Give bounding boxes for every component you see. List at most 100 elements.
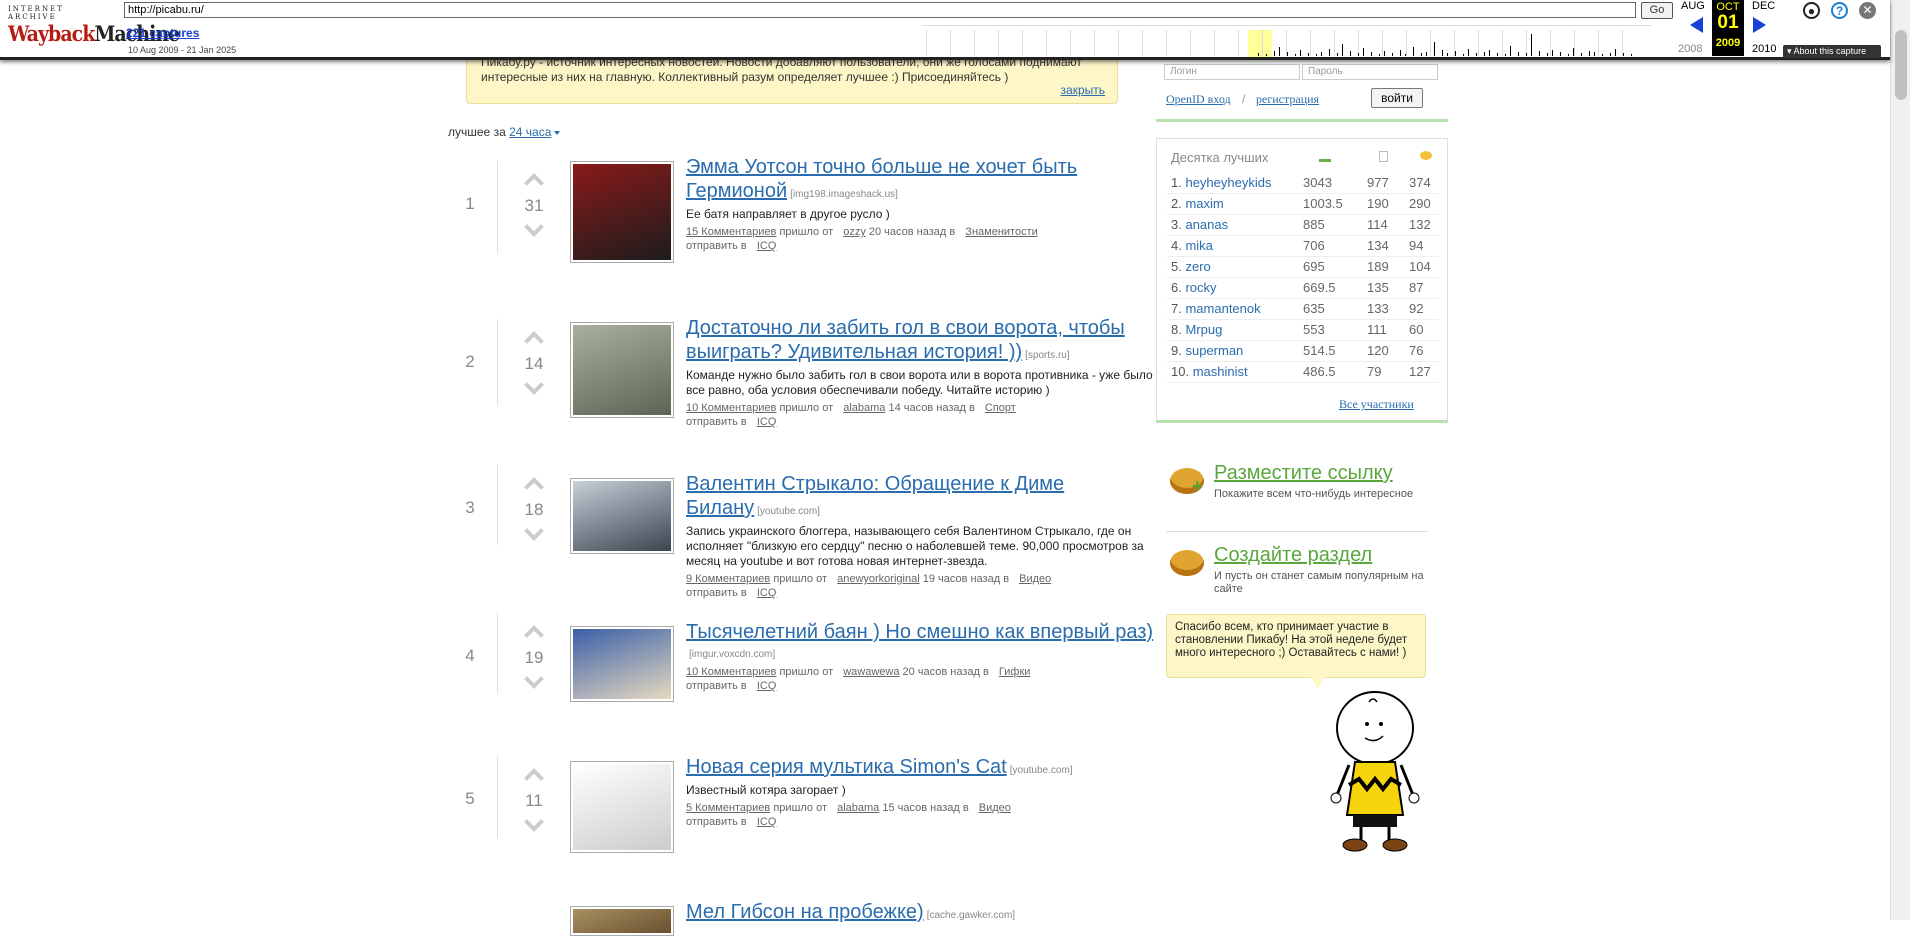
close-icon[interactable]: ✕ (1859, 2, 1876, 19)
chevron-down-icon[interactable] (554, 130, 561, 135)
post-title[interactable]: Валентин Стрыкало: Обращение к Диме Била… (686, 473, 1064, 519)
scrollbar-thumb[interactable] (1895, 30, 1907, 100)
login-field[interactable]: Логин (1164, 64, 1300, 80)
wayback-next-month[interactable]: DEC (1752, 0, 1775, 12)
post-author-link[interactable]: alabama (843, 402, 885, 414)
scrollbar[interactable] (1890, 0, 1910, 920)
post-source: [youtube.com] (1009, 765, 1073, 776)
vote-up-icon[interactable] (524, 768, 544, 788)
register-link[interactable]: регистрация (1256, 92, 1319, 107)
wayback-prev-year[interactable]: 2008 (1678, 43, 1702, 55)
wayback-next-year[interactable]: 2010 (1752, 43, 1776, 55)
next-capture-arrow-icon[interactable] (1753, 17, 1766, 33)
post-thumbnail-image (573, 164, 671, 260)
vote-down-icon[interactable] (524, 217, 544, 237)
prev-capture-arrow-icon[interactable] (1690, 17, 1703, 33)
post-author-link[interactable]: alabama (837, 802, 879, 814)
top10-posts: 135 (1367, 280, 1389, 295)
help-icon[interactable]: ? (1831, 2, 1848, 19)
openid-link[interactable]: OpenID вход (1166, 92, 1231, 107)
top10-user-link[interactable]: mamantenok (1185, 301, 1260, 316)
post-title[interactable]: Тысячелетний баян ) Но смешно как впервы… (686, 621, 1153, 643)
post-author-link[interactable]: anewyorkoriginal (837, 573, 920, 585)
vote-up-icon[interactable] (524, 173, 544, 193)
vote-down-icon[interactable] (524, 669, 544, 689)
sparkline-bar (1573, 48, 1574, 56)
password-field[interactable]: Пароль (1302, 64, 1438, 80)
post-thumbnail[interactable] (570, 761, 674, 853)
post-comments-link[interactable]: 9 Комментариев (686, 573, 770, 585)
promo-add-link-title[interactable]: Разместите ссылку (1214, 462, 1393, 485)
sparkline-bar (1594, 52, 1595, 56)
post-thumbnail[interactable] (570, 161, 674, 263)
post-icq-link[interactable]: ICQ (757, 816, 777, 828)
post-thumbnail-image (573, 909, 671, 933)
post-author-link[interactable]: ozzy (843, 226, 866, 238)
post-thumbnail[interactable] (570, 906, 674, 936)
top10-rating: 885 (1303, 217, 1325, 232)
login-button[interactable]: войти (1371, 88, 1423, 108)
top10-user-link[interactable]: maxim (1185, 196, 1223, 211)
sparkline-bar (1379, 54, 1380, 56)
rating-icon[interactable] (1319, 151, 1331, 162)
wayback-captures-link[interactable]: 221 captures (126, 26, 199, 40)
sparkline-tick (974, 30, 975, 56)
vote-down-icon[interactable] (524, 812, 544, 832)
post-came-from: пришло от (779, 402, 834, 414)
top10-comments: 374 (1409, 175, 1431, 190)
top10-user-link[interactable]: mashinist (1193, 364, 1248, 379)
post-icq-link[interactable]: ICQ (757, 416, 777, 428)
post-comments-link[interactable]: 10 Комментариев (686, 402, 776, 414)
post-category-link[interactable]: Видео (1019, 573, 1051, 585)
wayback-sparkline[interactable] (922, 25, 1652, 57)
post-icq-link[interactable]: ICQ (757, 680, 777, 692)
post-category-link[interactable]: Знаменитости (965, 226, 1037, 238)
post-thumbnail[interactable] (570, 322, 674, 418)
comments-icon[interactable] (1420, 151, 1432, 160)
promo-create-section-title[interactable]: Создайте раздел (1214, 544, 1372, 567)
post-thumbnail[interactable] (570, 478, 674, 554)
notice-close-link[interactable]: закрыть (1061, 83, 1105, 98)
top10-user-link[interactable]: rocky (1185, 280, 1216, 295)
all-users-link[interactable]: Все участники (1339, 397, 1414, 412)
post-comments-link[interactable]: 10 Комментариев (686, 666, 776, 678)
sparkline-tick (1430, 30, 1431, 56)
post-body: Тысячелетний баян ) Но смешно как впервы… (686, 620, 1156, 693)
sparkline-bar (1405, 54, 1406, 56)
post-comments-link[interactable]: 15 Комментариев (686, 226, 776, 238)
vote-down-icon[interactable] (524, 521, 544, 541)
post-category-link[interactable]: Видео (979, 802, 1011, 814)
best-period-link[interactable]: 24 часа (509, 125, 551, 139)
posts-icon[interactable] (1379, 151, 1388, 162)
post-body: Мел Гибсон на пробежке) [cache.gawker.com… (686, 900, 1156, 924)
post-icq-link[interactable]: ICQ (757, 587, 777, 599)
vote-up-icon[interactable] (524, 331, 544, 351)
top10-user-link[interactable]: ananas (1185, 217, 1228, 232)
post-author-link[interactable]: wawawewa (843, 666, 899, 678)
vote-up-icon[interactable] (524, 477, 544, 497)
top10-user-link[interactable]: Mrpug (1185, 322, 1222, 337)
post-category-link[interactable]: Спорт (985, 402, 1016, 414)
wayback-logo[interactable]: INTERNET ARCHIVE WaybackMachine (8, 5, 180, 47)
post-thumbnail[interactable] (570, 626, 674, 702)
wayback-prev-month[interactable]: AUG (1681, 0, 1705, 12)
top10-rating: 486.5 (1303, 364, 1336, 379)
top10-user-link[interactable]: heyheyheykids (1185, 175, 1271, 190)
top10-posts: 133 (1367, 301, 1389, 316)
vote-down-icon[interactable] (524, 375, 544, 395)
post-comments-link[interactable]: 5 Комментариев (686, 802, 770, 814)
top10-user-link[interactable]: zero (1185, 259, 1210, 274)
post-title[interactable]: Новая серия мультика Simon's Cat (686, 756, 1007, 778)
vote-up-icon[interactable] (524, 625, 544, 645)
post-category-link[interactable]: Гифки (999, 666, 1031, 678)
post-icq-link[interactable]: ICQ (757, 240, 777, 252)
top10-user-link[interactable]: mika (1185, 238, 1212, 253)
wayback-go-button[interactable]: Go (1641, 2, 1673, 19)
top10-rating: 514.5 (1303, 343, 1336, 358)
post-time: 14 часов назад в (888, 402, 975, 414)
top10-rating: 553 (1303, 322, 1325, 337)
wayback-url-input[interactable]: http://picabu.ru/ (124, 2, 1636, 18)
about-capture-button[interactable]: ▾ About this capture (1783, 45, 1881, 58)
top10-user-link[interactable]: superman (1185, 343, 1243, 358)
user-icon[interactable]: ● (1803, 2, 1820, 19)
